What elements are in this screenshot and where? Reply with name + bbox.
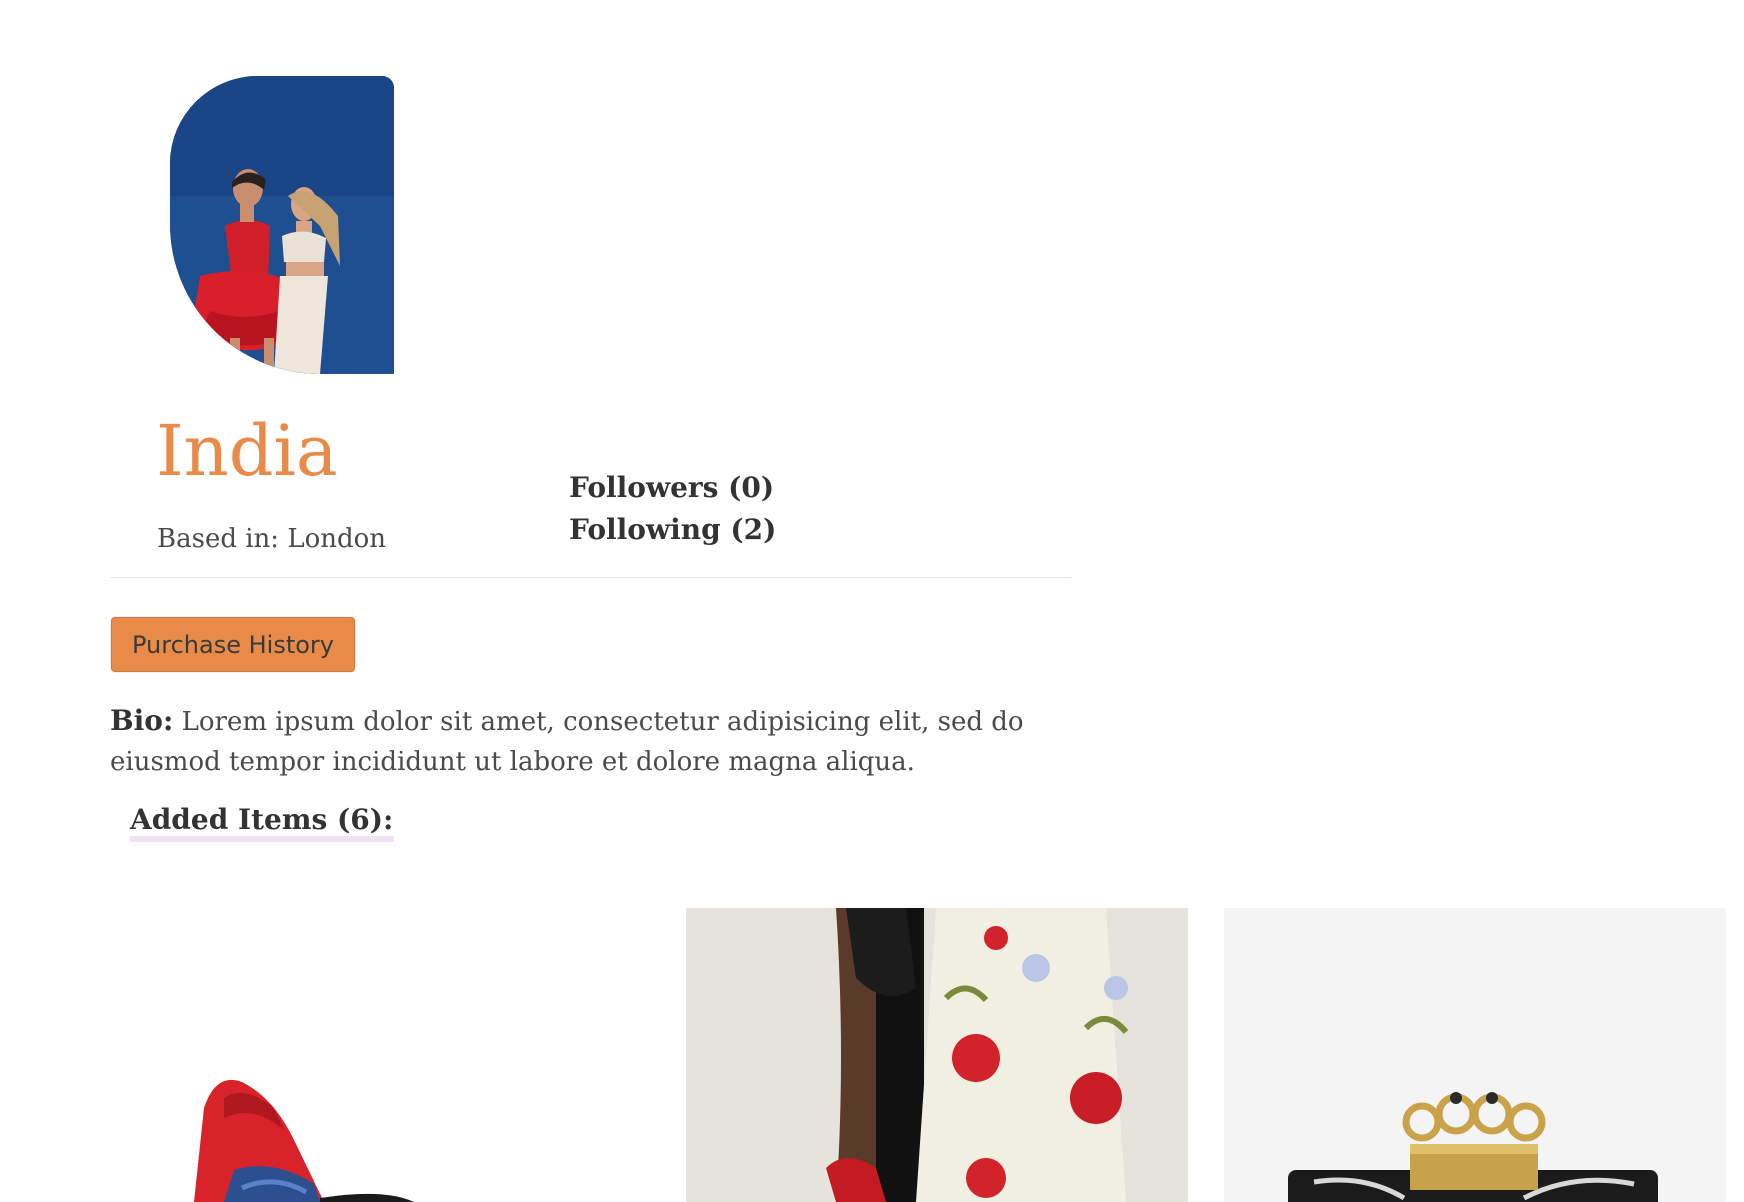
profile-avatar [170,76,394,374]
purchase-history-button[interactable]: Purchase History [111,617,355,672]
profile-name: India [156,410,338,492]
knuckle-clutch-image [1224,908,1726,1202]
location-text: Based in: London [157,524,387,554]
item-card[interactable] [124,908,626,1202]
avatar-photo [170,76,394,374]
bio-label: Bio: [110,704,174,737]
followers-link[interactable]: Followers (0) [569,467,776,509]
added-items-heading: Added Items (6): [130,800,395,842]
bio-text: Lorem ipsum dolor sit amet, consectetur … [110,707,1024,777]
red-heel-image [124,908,626,1202]
section-divider [110,577,1071,578]
floral-dress-image [686,908,1188,1202]
bio-paragraph: Bio: Lorem ipsum dolor sit amet, consect… [110,701,1040,782]
follow-stats: Followers (0) Following (2) [569,467,776,551]
following-link[interactable]: Following (2) [569,509,776,551]
item-card[interactable] [686,908,1188,1202]
item-card[interactable] [1224,908,1726,1202]
